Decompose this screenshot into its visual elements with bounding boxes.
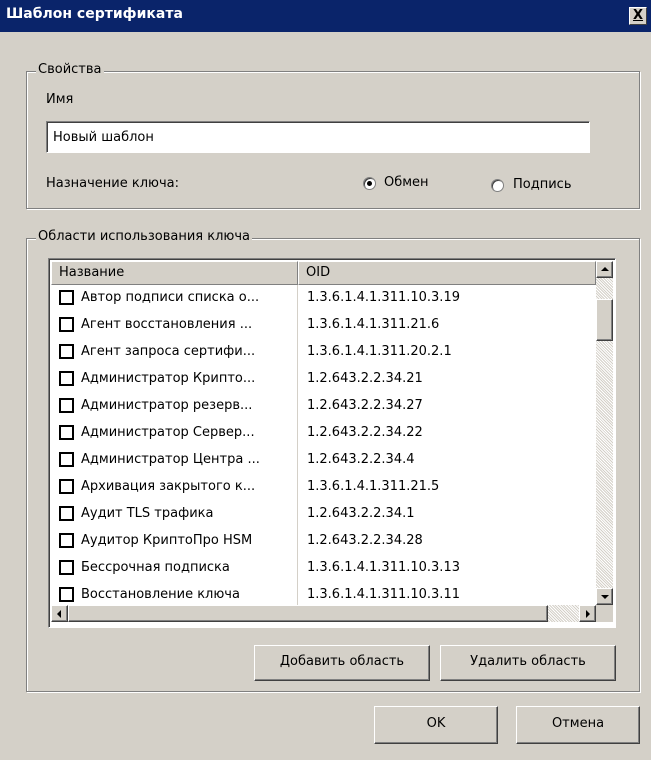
- add-area-button[interactable]: Добавить область: [254, 645, 430, 681]
- row-oid: 1.3.6.1.4.1.311.10.3.13: [307, 560, 460, 575]
- row-name: Архивация закрытого к...: [81, 479, 256, 494]
- scroll-right-button[interactable]: [579, 605, 596, 622]
- ok-button[interactable]: OK: [374, 706, 498, 744]
- list-item[interactable]: Администратор Центра ... 1.2.643.2.2.34.4: [51, 447, 596, 474]
- row-checkbox[interactable]: [59, 425, 74, 440]
- row-checkbox[interactable]: [59, 398, 74, 413]
- row-oid: 1.2.643.2.2.34.28: [307, 533, 423, 548]
- row-checkbox[interactable]: [59, 452, 74, 467]
- key-usage-legend: Области использования ключа: [36, 229, 252, 244]
- list-item[interactable]: Агент запроса сертифи... 1.3.6.1.4.1.311.…: [51, 339, 596, 366]
- row-oid: 1.3.6.1.4.1.311.21.6: [307, 317, 440, 332]
- arrow-down-icon: [601, 595, 609, 599]
- column-header-oid[interactable]: OID: [298, 261, 596, 285]
- row-name: Администратор резерв...: [81, 398, 253, 413]
- horizontal-scroll-thumb[interactable]: [68, 605, 548, 622]
- row-oid: 1.3.6.1.4.1.311.21.5: [307, 479, 440, 494]
- arrow-left-icon: [57, 610, 61, 618]
- key-purpose-label: Назначение ключа:: [46, 176, 180, 191]
- close-button[interactable]: X: [629, 7, 647, 25]
- row-checkbox[interactable]: [59, 479, 74, 494]
- row-checkbox[interactable]: [59, 506, 74, 521]
- template-name-input[interactable]: [46, 121, 590, 153]
- arrow-right-icon: [586, 610, 590, 618]
- row-name: Администратор Сервер...: [81, 425, 255, 440]
- remove-area-button[interactable]: Удалить область: [440, 645, 616, 681]
- row-oid: 1.2.643.2.2.34.4: [307, 452, 415, 467]
- list-item[interactable]: Администратор Крипто... 1.2.643.2.2.34.21: [51, 366, 596, 393]
- row-oid: 1.2.643.2.2.34.1: [307, 506, 415, 521]
- list-item[interactable]: Администратор резерв... 1.2.643.2.2.34.27: [51, 393, 596, 420]
- row-checkbox[interactable]: [59, 371, 74, 386]
- row-name: Агент восстановления ...: [81, 317, 253, 332]
- list-item[interactable]: Архивация закрытого к... 1.3.6.1.4.1.311.…: [51, 474, 596, 501]
- row-checkbox[interactable]: [59, 317, 74, 332]
- row-checkbox[interactable]: [59, 533, 74, 548]
- row-name: Автор подписи списка о...: [81, 290, 260, 305]
- radio-selected-dot: [367, 181, 372, 186]
- row-oid: 1.2.643.2.2.34.27: [307, 398, 423, 413]
- list-item[interactable]: Аудитор КриптоПро HSM 1.2.643.2.2.34.28: [51, 528, 596, 555]
- properties-legend: Свойства: [36, 62, 104, 77]
- list-item[interactable]: Агент восстановления ... 1.3.6.1.4.1.311.…: [51, 312, 596, 339]
- row-oid: 1.3.6.1.4.1.311.10.3.19: [307, 290, 460, 305]
- horizontal-scrollbar[interactable]: [51, 605, 596, 622]
- title-bar: Шаблон сертификата X: [0, 0, 651, 32]
- row-oid: 1.3.6.1.4.1.311.20.2.1: [307, 344, 452, 359]
- row-checkbox[interactable]: [59, 344, 74, 359]
- list-item[interactable]: Аудит TLS трафика 1.2.643.2.2.34.1: [51, 501, 596, 528]
- row-checkbox[interactable]: [59, 587, 74, 602]
- scroll-down-button[interactable]: [596, 588, 613, 605]
- key-usage-list[interactable]: Название OID Автор подписи списка о... 1.…: [48, 258, 616, 628]
- list-item[interactable]: Автор подписи списка о... 1.3.6.1.4.1.311…: [51, 285, 596, 312]
- list-item[interactable]: Восстановление ключа 1.3.6.1.4.1.311.10.3…: [51, 582, 596, 605]
- row-name: Агент запроса сертифи...: [81, 344, 256, 359]
- arrow-up-icon: [601, 267, 609, 271]
- scroll-left-button[interactable]: [51, 605, 68, 622]
- row-name: Администратор Крипто...: [81, 371, 256, 386]
- row-name: Администратор Центра ...: [81, 452, 260, 467]
- name-label: Имя: [46, 92, 74, 107]
- scroll-up-button[interactable]: [596, 261, 613, 278]
- list-item[interactable]: Бессрочная подписка 1.3.6.1.4.1.311.10.3.…: [51, 555, 596, 582]
- column-header-name[interactable]: Название: [51, 261, 298, 285]
- radio-exchange-label[interactable]: Обмен: [384, 175, 429, 190]
- row-oid: 1.2.643.2.2.34.21: [307, 371, 423, 386]
- list-rows: Автор подписи списка о... 1.3.6.1.4.1.311…: [51, 285, 596, 605]
- row-oid: 1.3.6.1.4.1.311.10.3.11: [307, 587, 460, 602]
- radio-signature[interactable]: [491, 179, 504, 192]
- row-name: Аудитор КриптоПро HSM: [81, 533, 253, 548]
- radio-exchange[interactable]: [363, 177, 376, 190]
- row-checkbox[interactable]: [59, 560, 74, 575]
- window-title: Шаблон сертификата: [6, 6, 183, 22]
- scrollbar-corner: [596, 605, 613, 622]
- radio-signature-label[interactable]: Подпись: [513, 177, 571, 192]
- cancel-button[interactable]: Отмена: [516, 706, 640, 744]
- vertical-scrollbar[interactable]: [596, 261, 613, 605]
- row-name: Аудит TLS трафика: [81, 506, 214, 521]
- row-name: Бессрочная подписка: [81, 560, 230, 575]
- row-oid: 1.2.643.2.2.34.22: [307, 425, 423, 440]
- vertical-scroll-thumb[interactable]: [596, 299, 613, 341]
- list-item[interactable]: Администратор Сервер... 1.2.643.2.2.34.22: [51, 420, 596, 447]
- row-checkbox[interactable]: [59, 290, 74, 305]
- row-name: Восстановление ключа: [81, 587, 240, 602]
